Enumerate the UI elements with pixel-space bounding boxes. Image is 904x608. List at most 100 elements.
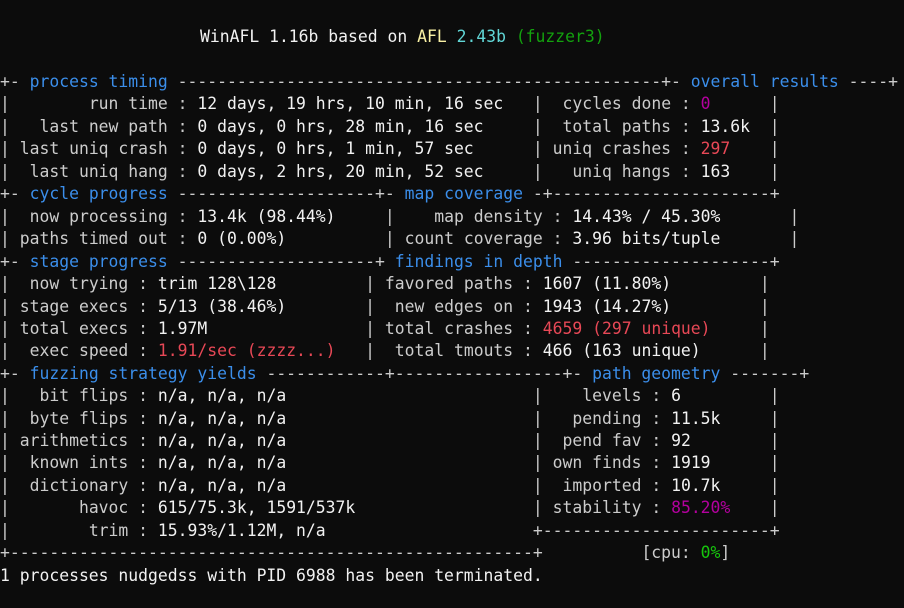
stability-label: stability : xyxy=(542,498,672,517)
stage-execs-row: | stage execs : 5/13 (38.46%) | new edge… xyxy=(0,297,770,316)
count-coverage-label: count coverage : xyxy=(394,229,573,248)
total-tmouts-label: total tmouts : xyxy=(375,341,543,360)
imported-label: imported : xyxy=(542,476,672,495)
arithmetics-row: | arithmetics : n/a, n/a, n/a | pend fav… xyxy=(0,431,780,450)
pend-fav-label: pend fav : xyxy=(542,431,672,450)
pending-value: 11.5k xyxy=(671,409,721,428)
favored-paths-label: favored paths : xyxy=(375,274,543,293)
stability-value: 85.20% xyxy=(671,498,731,517)
bottom-border: +---------------------------------------… xyxy=(0,543,543,562)
border: +- xyxy=(0,252,30,271)
paths-timed-out-label: paths timed out : xyxy=(9,229,198,248)
stage-execs-value: 5/13 (38.46%) xyxy=(157,297,287,316)
trim-label: trim : xyxy=(9,521,158,540)
bottom-border-line: +---------------------------------------… xyxy=(0,542,730,564)
trim-row: | trim : 15.93%/1.12M, n/a +------------… xyxy=(0,521,780,540)
cycles-done-value: 0 xyxy=(700,94,711,113)
uniq-crashes-value: 297 xyxy=(700,139,731,158)
levels-label: levels : xyxy=(542,386,672,405)
title-line: WinAFL 1.16b based on AFL 2.43b (fuzzer3… xyxy=(200,26,605,48)
border: -------+ xyxy=(720,364,810,383)
last-new-path-label: last new path : xyxy=(9,117,198,136)
arithmetics-value: n/a, n/a, n/a xyxy=(157,431,287,450)
run-time-row: | run time : 12 days, 19 hrs, 10 min, 16… xyxy=(0,94,780,113)
uniq-crashes-label: uniq crashes : xyxy=(542,139,701,158)
havoc-row: | havoc : 615/75.3k, 1591/537k | stabili… xyxy=(0,498,780,517)
total-crashes-value: 4659 (297 unique) xyxy=(542,319,711,338)
last-new-path-row: | last new path : 0 days, 0 hrs, 28 min,… xyxy=(0,117,780,136)
stage-execs-label: stage execs : xyxy=(9,297,158,316)
map-coverage-title: map coverage xyxy=(404,184,524,203)
cycle-progress-header-line: +- cycle progress --------------------+-… xyxy=(0,183,780,205)
total-execs-value: 1.97M xyxy=(157,319,208,338)
title-prefix: WinAFL 1.16b based on xyxy=(200,27,418,46)
bit-flips-value: n/a, n/a, n/a xyxy=(157,386,287,405)
fuzzer-banner: (fuzzer3) xyxy=(515,27,605,46)
stage-progress-header-line: +- stage progress --------------------+ … xyxy=(0,251,780,273)
own-finds-value: 1919 xyxy=(671,453,711,472)
border: ----+ xyxy=(838,72,899,91)
byte-flips-row: | byte flips : n/a, n/a, n/a | pending :… xyxy=(0,409,780,428)
exec-speed-row: | exec speed : 1.91/sec (zzzz...) | tota… xyxy=(0,341,770,360)
total-execs-label: total execs : xyxy=(9,319,158,338)
known-ints-value: n/a, n/a, n/a xyxy=(157,453,287,472)
total-paths-value: 13.6k xyxy=(700,117,750,136)
run-time-value: 12 days, 19 hrs, 10 min, 16 sec xyxy=(197,94,504,113)
border: +- xyxy=(0,184,30,203)
dictionary-label: dictionary : xyxy=(9,476,158,495)
cycles-done-label: cycles done : xyxy=(542,94,701,113)
byte-flips-label: byte flips : xyxy=(9,409,158,428)
last-uniq-hang-value: 0 days, 2 hrs, 20 min, 52 sec xyxy=(197,162,484,181)
byte-flips-value: n/a, n/a, n/a xyxy=(157,409,287,428)
stage-progress-title: stage progress xyxy=(29,252,168,271)
total-tmouts-value: 466 (163 unique) xyxy=(542,341,701,360)
new-edges-label: new edges on : xyxy=(375,297,543,316)
last-uniq-hang-label: last uniq hang : xyxy=(9,162,198,181)
bit-flips-row: | bit flips : n/a, n/a, n/a | levels : 6… xyxy=(0,386,780,405)
uniq-hangs-value: 163 xyxy=(700,162,731,181)
dictionary-value: n/a, n/a, n/a xyxy=(157,476,287,495)
now-trying-row: | now trying : trim 128\128 | favored pa… xyxy=(0,274,770,293)
overall-results-title: overall results xyxy=(690,72,839,91)
levels-value: 6 xyxy=(671,386,681,405)
total-execs-row: | total execs : 1.97M | total crashes : … xyxy=(0,319,770,338)
now-trying-value: trim 128\128 xyxy=(157,274,277,293)
border: ----------------------------------------… xyxy=(167,72,691,91)
own-finds-label: own finds : xyxy=(542,453,672,472)
status-message: 1 processes nudgedss with PID 6988 has b… xyxy=(0,566,543,585)
havoc-value: 615/75.3k, 1591/537k xyxy=(157,498,356,517)
pend-fav-value: 92 xyxy=(671,431,691,450)
border: +- xyxy=(0,364,30,383)
border: -+----------------------+ xyxy=(523,184,780,203)
trim-value: 15.93%/1.12M, n/a xyxy=(157,521,326,540)
border: ------------+-----------------+- xyxy=(256,364,593,383)
now-processing-row: | now processing : 13.4k (98.44%) | map … xyxy=(0,207,800,226)
cpu-value: 0% xyxy=(700,543,721,562)
last-uniq-crash-value: 0 days, 0 hrs, 1 min, 57 sec xyxy=(197,139,474,158)
border: +- xyxy=(0,72,30,91)
strategy-header-line: +- fuzzing strategy yields ------------+… xyxy=(0,363,809,385)
geometry-bottom-border: +-----------------------+ xyxy=(532,521,780,540)
afl-label: AFL xyxy=(417,27,447,46)
exec-speed-label: exec speed : xyxy=(9,341,158,360)
process-timing-header-line: +- process timing ----------------------… xyxy=(0,71,898,93)
last-new-path-value: 0 days, 0 hrs, 28 min, 16 sec xyxy=(197,117,484,136)
new-edges-value: 1943 (14.27%) xyxy=(542,297,672,316)
total-paths-label: total paths : xyxy=(542,117,701,136)
run-time-label: run time : xyxy=(9,94,198,113)
favored-paths-value: 1607 (11.80%) xyxy=(542,274,672,293)
exec-speed-value: 1.91/sec (zzzz...) xyxy=(157,341,336,360)
known-ints-row: | known ints : n/a, n/a, n/a | own finds… xyxy=(0,453,780,472)
paths-timed-out-value: 0 (0.00%) xyxy=(197,229,287,248)
uniq-hangs-label: uniq hangs : xyxy=(542,162,701,181)
border: --------------------+ xyxy=(562,252,780,271)
count-coverage-value: 3.96 bits/tuple xyxy=(572,229,721,248)
findings-title: findings in depth xyxy=(394,252,563,271)
paths-timed-out-row: | paths timed out : 0 (0.00%) | count co… xyxy=(0,229,800,248)
now-processing-value: 13.4k (98.44%) xyxy=(197,207,336,226)
border: --------------------+- xyxy=(167,184,405,203)
last-uniq-crash-row: | last uniq crash : 0 days, 0 hrs, 1 min… xyxy=(0,139,780,158)
havoc-label: havoc : xyxy=(9,498,158,517)
now-trying-label: now trying : xyxy=(9,274,158,293)
process-timing-title: process timing xyxy=(29,72,168,91)
